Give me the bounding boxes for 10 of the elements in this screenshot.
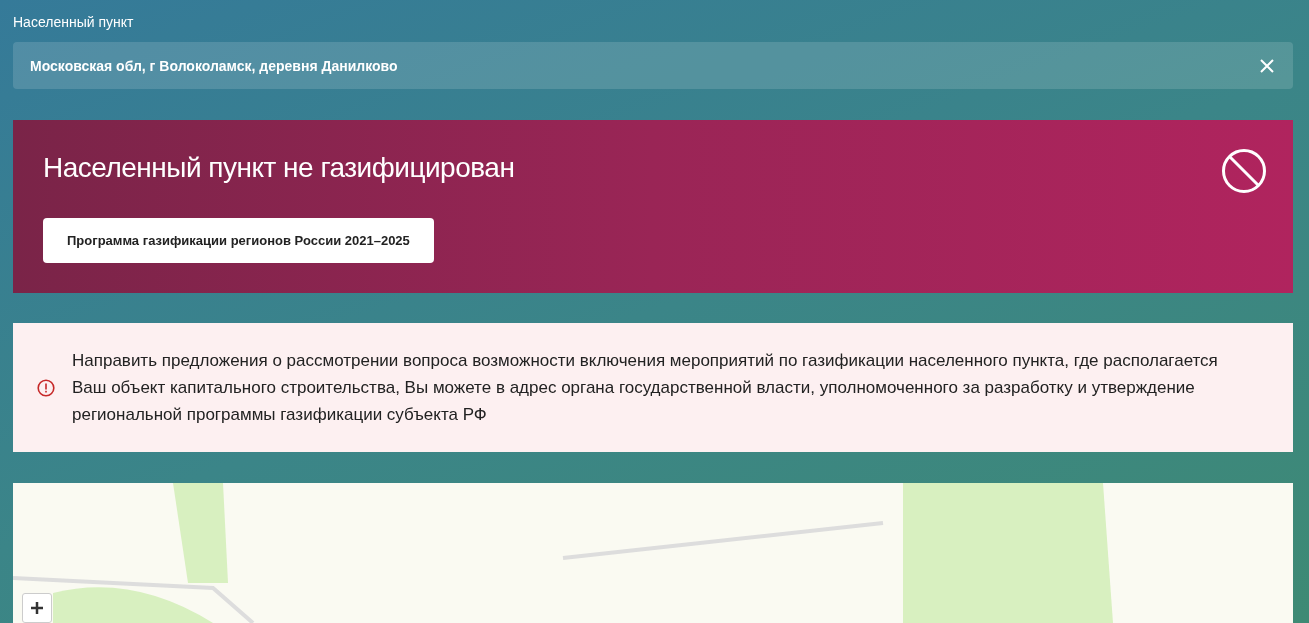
close-icon[interactable] [1259,57,1275,74]
info-icon [37,378,55,397]
notice-text: Направить предложения о рассмотрении вопроса возможности включения мероприятий по газификации населенного пункта, где располагается Ваш объект капитального строительства, Вы можете в адрес органа государственной власти, уполномоченного за разработку и утверждение региональной программы газификации субъекта РФ [72,350,1219,426]
field-label: Населенный пункт [13,14,134,30]
plus-icon [30,601,44,615]
zoom-in-button[interactable] [22,593,52,623]
program-button[interactable]: Программа газификации регионов России 2021–2025 [43,218,434,263]
prohibited-icon [1221,148,1267,194]
banner-title: Населенный пункт не газифицирован [43,152,515,184]
location-field[interactable]: Московская обл, г Волоколамск, деревня Данилково [13,42,1293,89]
